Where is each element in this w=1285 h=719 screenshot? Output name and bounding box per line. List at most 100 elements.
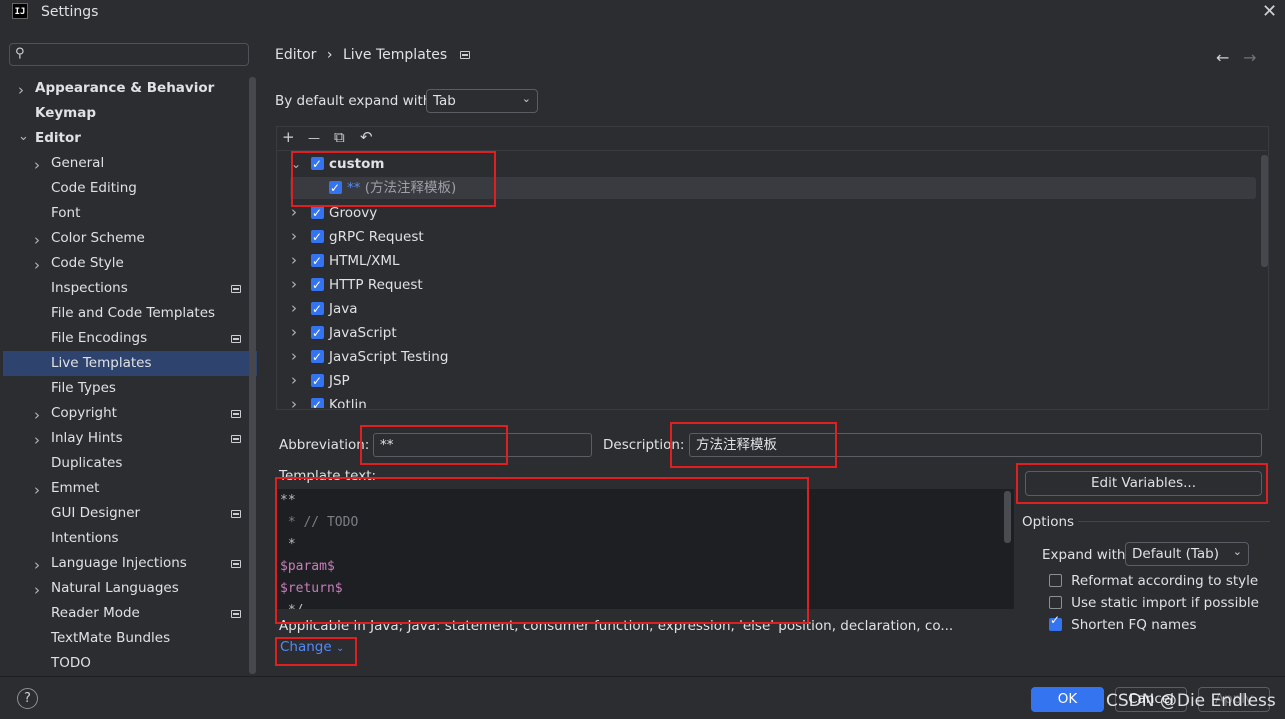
static-import-checkbox[interactable] [1049,596,1062,609]
forward-arrow-icon[interactable]: → [1243,48,1256,67]
sidebar-item[interactable]: GUI Designer [51,501,140,526]
template-group[interactable]: › HTTP Request [291,272,423,297]
template-checkbox[interactable] [311,321,324,345]
reformat-label: Reformat according to style [1071,573,1259,589]
close-icon[interactable]: ✕ [1262,1,1277,22]
sidebar-item[interactable]: Intentions [51,526,119,551]
chevron-right-icon[interactable]: › [291,392,311,408]
template-checkbox[interactable] [311,393,324,408]
sidebar-item[interactable]: TODO [51,651,91,676]
template-checkbox[interactable] [329,176,342,200]
sidebar-item[interactable]: Natural Languages [51,576,179,601]
template-checkbox[interactable] [311,225,324,249]
chevron-right-icon[interactable]: › [34,481,40,499]
template-group[interactable]: › HTML/XML [291,248,400,273]
code-line: */ [280,603,304,609]
static-import-option[interactable]: Use static import if possible [1049,595,1259,611]
change-context-link[interactable]: Change ⌄ [280,639,344,655]
template-group[interactable]: › Kotlin [291,392,367,408]
sidebar-item[interactable]: Code Editing [51,176,137,201]
template-label: Java [329,301,358,317]
template-checkbox[interactable] [311,249,324,273]
help-icon[interactable]: ? [17,688,38,709]
chevron-right-icon[interactable]: › [34,581,40,599]
template-item[interactable]: ** (方法注释模板) [329,176,456,200]
sidebar-item[interactable]: Emmet [51,476,99,501]
template-checkbox[interactable] [311,201,324,225]
chevron-right-icon[interactable]: › [291,272,311,296]
code-line: $return$ [280,581,343,596]
sidebar-item[interactable]: Editor [35,126,81,151]
chevron-right-icon[interactable]: › [34,406,40,424]
template-label: JavaScript Testing [329,349,449,365]
shorten-fq-checkbox[interactable] [1049,613,1062,631]
template-checkbox[interactable] [311,297,324,321]
chevron-right-icon[interactable]: › [291,296,311,320]
chevron-right-icon[interactable]: › [291,224,311,248]
sidebar-item[interactable]: File Types [51,376,116,401]
sidebar-item[interactable]: Duplicates [51,451,122,476]
copy-icon[interactable]: ⧉ [334,128,345,146]
template-checkbox[interactable] [311,152,324,176]
template-text-editor[interactable]: ** * // TODO * $param$ $return$ */ [277,489,1014,609]
ok-button[interactable]: OK [1031,687,1104,712]
search-input[interactable]: ⚲ [9,43,249,66]
sidebar-item[interactable]: Inspections [51,276,128,301]
chevron-right-icon[interactable]: › [291,248,311,272]
sidebar-item[interactable]: Keymap [35,101,96,126]
sidebar-item[interactable]: File Encodings [51,326,147,351]
sidebar-item[interactable]: Font [51,201,80,226]
template-group[interactable]: › JSP [291,368,350,393]
sidebar-item[interactable]: Reader Mode [51,601,140,626]
sidebar-item[interactable]: General [51,151,104,176]
reformat-option[interactable]: Reformat according to style [1049,573,1258,589]
chevron-down-icon[interactable]: ⌄ [18,129,29,144]
chevron-right-icon[interactable]: › [34,231,40,249]
restore-icon[interactable]: ↶ [360,128,373,146]
chevron-right-icon[interactable]: › [34,556,40,574]
template-group[interactable]: › Java [291,296,358,321]
expand-combo[interactable]: Tab ⌄ [426,89,538,113]
sidebar-item[interactable]: Live Templates [51,351,152,376]
template-group[interactable]: › gRPC Request [291,224,424,249]
add-icon[interactable]: + [282,128,295,146]
chevron-right-icon[interactable]: › [34,256,40,274]
chevron-right-icon[interactable]: › [291,200,311,224]
chevron-right-icon[interactable]: › [291,320,311,344]
template-label: HTTP Request [329,277,423,293]
sidebar-item[interactable]: Code Style [51,251,124,276]
template-group[interactable]: ⌄ custom [291,152,384,176]
sidebar-item[interactable]: Language Injections [51,551,187,576]
sidebar-item[interactable]: Color Scheme [51,226,145,251]
back-arrow-icon[interactable]: ← [1216,48,1229,67]
template-group[interactable]: › JavaScript [291,320,397,345]
sidebar-item[interactable]: Copyright [51,401,117,426]
sidebar-item[interactable]: Appearance & Behavior [35,76,214,101]
reformat-checkbox[interactable] [1049,574,1062,587]
chevron-right-icon[interactable]: › [291,344,311,368]
templates-scrollbar[interactable] [1261,155,1268,267]
project-scope-icon [231,335,241,343]
chevron-right-icon[interactable]: › [291,368,311,392]
template-checkbox[interactable] [311,273,324,297]
chevron-right-icon[interactable]: › [34,156,40,174]
template-group[interactable]: › Groovy [291,200,377,225]
edit-variables-button[interactable]: Edit Variables... [1025,471,1262,496]
template-checkbox[interactable] [311,345,324,369]
sidebar-item[interactable]: File and Code Templates [51,301,215,326]
chevron-right-icon[interactable]: › [34,431,40,449]
description-field[interactable]: 方法注释模板 [689,433,1262,457]
shorten-fq-option[interactable]: Shorten FQ names [1049,613,1197,633]
sidebar-scrollbar[interactable] [249,77,256,674]
sidebar-item[interactable]: TextMate Bundles [51,626,170,651]
template-group[interactable]: › JavaScript Testing [291,344,449,369]
template-checkbox[interactable] [311,369,324,393]
abbreviation-field[interactable]: ** [373,433,592,457]
chevron-right-icon[interactable]: › [18,81,24,99]
breadcrumb-parent[interactable]: Editor [275,47,316,63]
chevron-down-icon[interactable]: ⌄ [291,152,311,176]
remove-icon[interactable]: — [308,131,320,145]
expand-with-combo[interactable]: Default (Tab) ⌄ [1125,542,1249,566]
sidebar-item[interactable]: Inlay Hints [51,426,123,451]
editor-scrollbar[interactable] [1004,491,1011,543]
